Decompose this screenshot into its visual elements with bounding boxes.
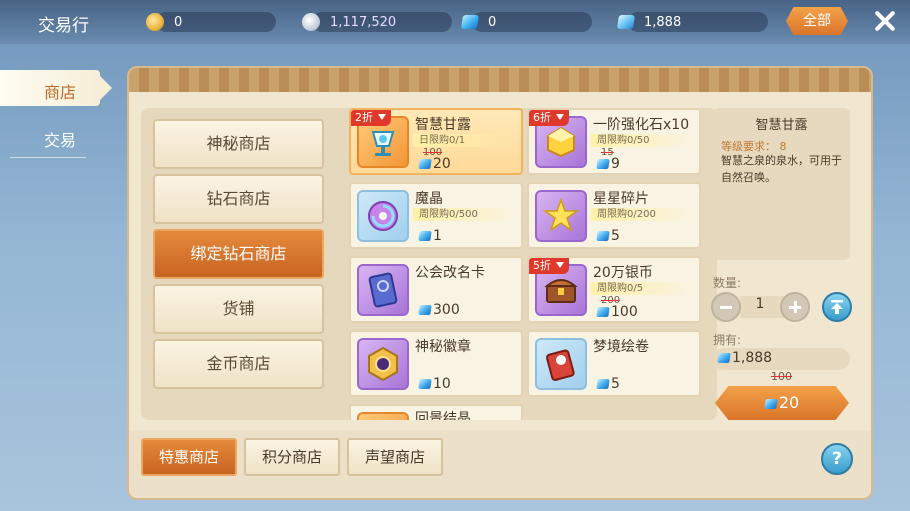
category-diamond-shop[interactable]: 钻石商店 (153, 174, 324, 224)
item-card[interactable]: 公会改名卡 300 (349, 256, 523, 323)
diamond-icon (461, 15, 479, 29)
tab-shop[interactable]: 商店 (0, 70, 112, 106)
bound-diamond-icon (617, 15, 635, 29)
item-name: 20万银币 (593, 265, 653, 281)
panel-bottom-bar (129, 430, 871, 498)
category-goods-shop[interactable]: 货铺 (153, 284, 324, 334)
detail-item-name: 智慧甘露 (755, 118, 808, 133)
bound-diamond-value: 1,888 (644, 14, 682, 30)
diamond-value: 0 (488, 14, 497, 30)
star-shard-icon (535, 190, 587, 242)
max-arrow-icon (831, 300, 843, 314)
item-card[interactable]: 星星碎片 周限购0/200 5 (527, 182, 701, 249)
item-limit: 周限购0/50 (591, 134, 697, 147)
gold-coin-icon (146, 13, 164, 31)
all-filter-button[interactable]: 全部 (786, 7, 848, 35)
tab-special-shop[interactable]: 特惠商店 (141, 438, 237, 476)
tab-trade[interactable]: 交易 (0, 118, 100, 158)
item-card[interactable]: 魔晶 周限购0/500 1 (349, 182, 523, 249)
item-card[interactable]: 梦境绘卷 5 (527, 330, 701, 397)
page-title: 交易行 (38, 16, 89, 36)
close-icon[interactable] (870, 6, 900, 36)
quantity-value[interactable]: 1 (744, 296, 776, 312)
owned-value: 1,888 (717, 350, 772, 366)
item-name: 智慧甘露 (415, 117, 471, 133)
item-name: 公会改名卡 (415, 265, 485, 281)
bound-diamond-icon (418, 231, 432, 241)
minus-button[interactable] (711, 292, 741, 322)
item-card[interactable]: 5折 20万银币 周限购0/5 200 100 (527, 256, 701, 323)
currency-bound-diamond: 1,888 (617, 10, 768, 34)
item-name: 神秘徽章 (415, 339, 471, 355)
dream-scroll-icon (535, 338, 587, 390)
discount-badge: 5折 (529, 258, 569, 274)
bound-diamond-icon (764, 398, 778, 409)
item-price: 300 (418, 302, 460, 318)
tab-reputation-shop[interactable]: 声望商店 (347, 438, 443, 476)
magic-crystal-icon (357, 190, 409, 242)
top-bar (0, 0, 910, 44)
item-price: 5 (596, 376, 620, 392)
item-limit: 日限购0/1 (413, 134, 519, 147)
item-card-clip: 回景结晶 (349, 404, 523, 420)
bound-diamond-icon (418, 305, 432, 315)
item-card[interactable]: 神秘徽章 10 (349, 330, 523, 397)
bound-diamond-icon (418, 159, 432, 169)
item-price: 20 (418, 156, 451, 172)
bound-diamond-icon (418, 379, 432, 389)
help-button[interactable]: ? (821, 443, 853, 475)
silver-coin-value: 1,117,520 (330, 14, 397, 30)
tab-shop-label: 商店 (44, 83, 77, 102)
item-card[interactable]: 2折 智慧甘露 日限购0/1 100 20 (349, 108, 523, 175)
tab-points-shop[interactable]: 积分商店 (244, 438, 340, 476)
detail-description: 智慧之泉的泉水，可用于自然召唤。 (721, 154, 842, 184)
item-price: 9 (596, 156, 620, 172)
max-quantity-button[interactable] (822, 292, 852, 322)
item-price: 10 (418, 376, 451, 392)
silver-coin-icon (302, 13, 320, 31)
item-name: 梦境绘卷 (593, 339, 649, 355)
category-mystery-shop[interactable]: 神秘商店 (153, 119, 324, 169)
bound-diamond-icon (596, 379, 610, 389)
category-gold-shop[interactable]: 金币商店 (153, 339, 324, 389)
buy-button[interactable]: 20 (715, 386, 849, 420)
mystery-badge-icon (357, 338, 409, 390)
old-total-price: 100 (771, 370, 792, 383)
discount-badge: 2折 (351, 110, 391, 126)
item-price: 5 (596, 228, 620, 244)
bound-diamond-icon (596, 159, 610, 169)
item-price: 100 (596, 304, 638, 320)
bound-diamond-icon (717, 353, 731, 363)
currency-silver: 1,117,520 (302, 10, 452, 34)
item-name: 回景结晶 (415, 411, 471, 420)
quantity-label: 数量: (713, 276, 742, 290)
rename-card-icon (357, 264, 409, 316)
item-name: 一阶强化石x10 (593, 117, 690, 133)
item-price: 1 (418, 228, 442, 244)
discount-badge: 6折 (529, 110, 569, 126)
bound-diamond-icon (596, 307, 610, 317)
item-detail-panel: 智慧甘露 等级要求： 8 智慧之泉的泉水，可用于自然召唤。 (713, 108, 850, 260)
owned-label: 拥有: (713, 333, 742, 347)
item-card[interactable]: 6折 一阶强化石x10 周限购0/50 15 9 (527, 108, 701, 175)
plus-button[interactable] (780, 292, 810, 322)
item-name: 星星碎片 (593, 191, 649, 207)
currency-diamond: 0 (461, 10, 592, 34)
item-limit: 周限购0/500 (413, 208, 519, 221)
bound-diamond-icon (596, 231, 610, 241)
panel-ornament-border (129, 68, 871, 92)
item-limit: 周限购0/5 (591, 282, 697, 295)
item-name: 魔晶 (415, 191, 443, 207)
item-limit: 周限购0/200 (591, 208, 697, 221)
item-card[interactable]: 回景结晶 (349, 404, 523, 420)
gold-coin-value: 0 (174, 14, 183, 30)
category-bound-diamond-shop[interactable]: 绑定钻石商店 (153, 229, 324, 279)
tab-trade-label: 交易 (44, 131, 77, 150)
crystal-icon (357, 412, 409, 420)
currency-gold: 0 (146, 10, 276, 34)
